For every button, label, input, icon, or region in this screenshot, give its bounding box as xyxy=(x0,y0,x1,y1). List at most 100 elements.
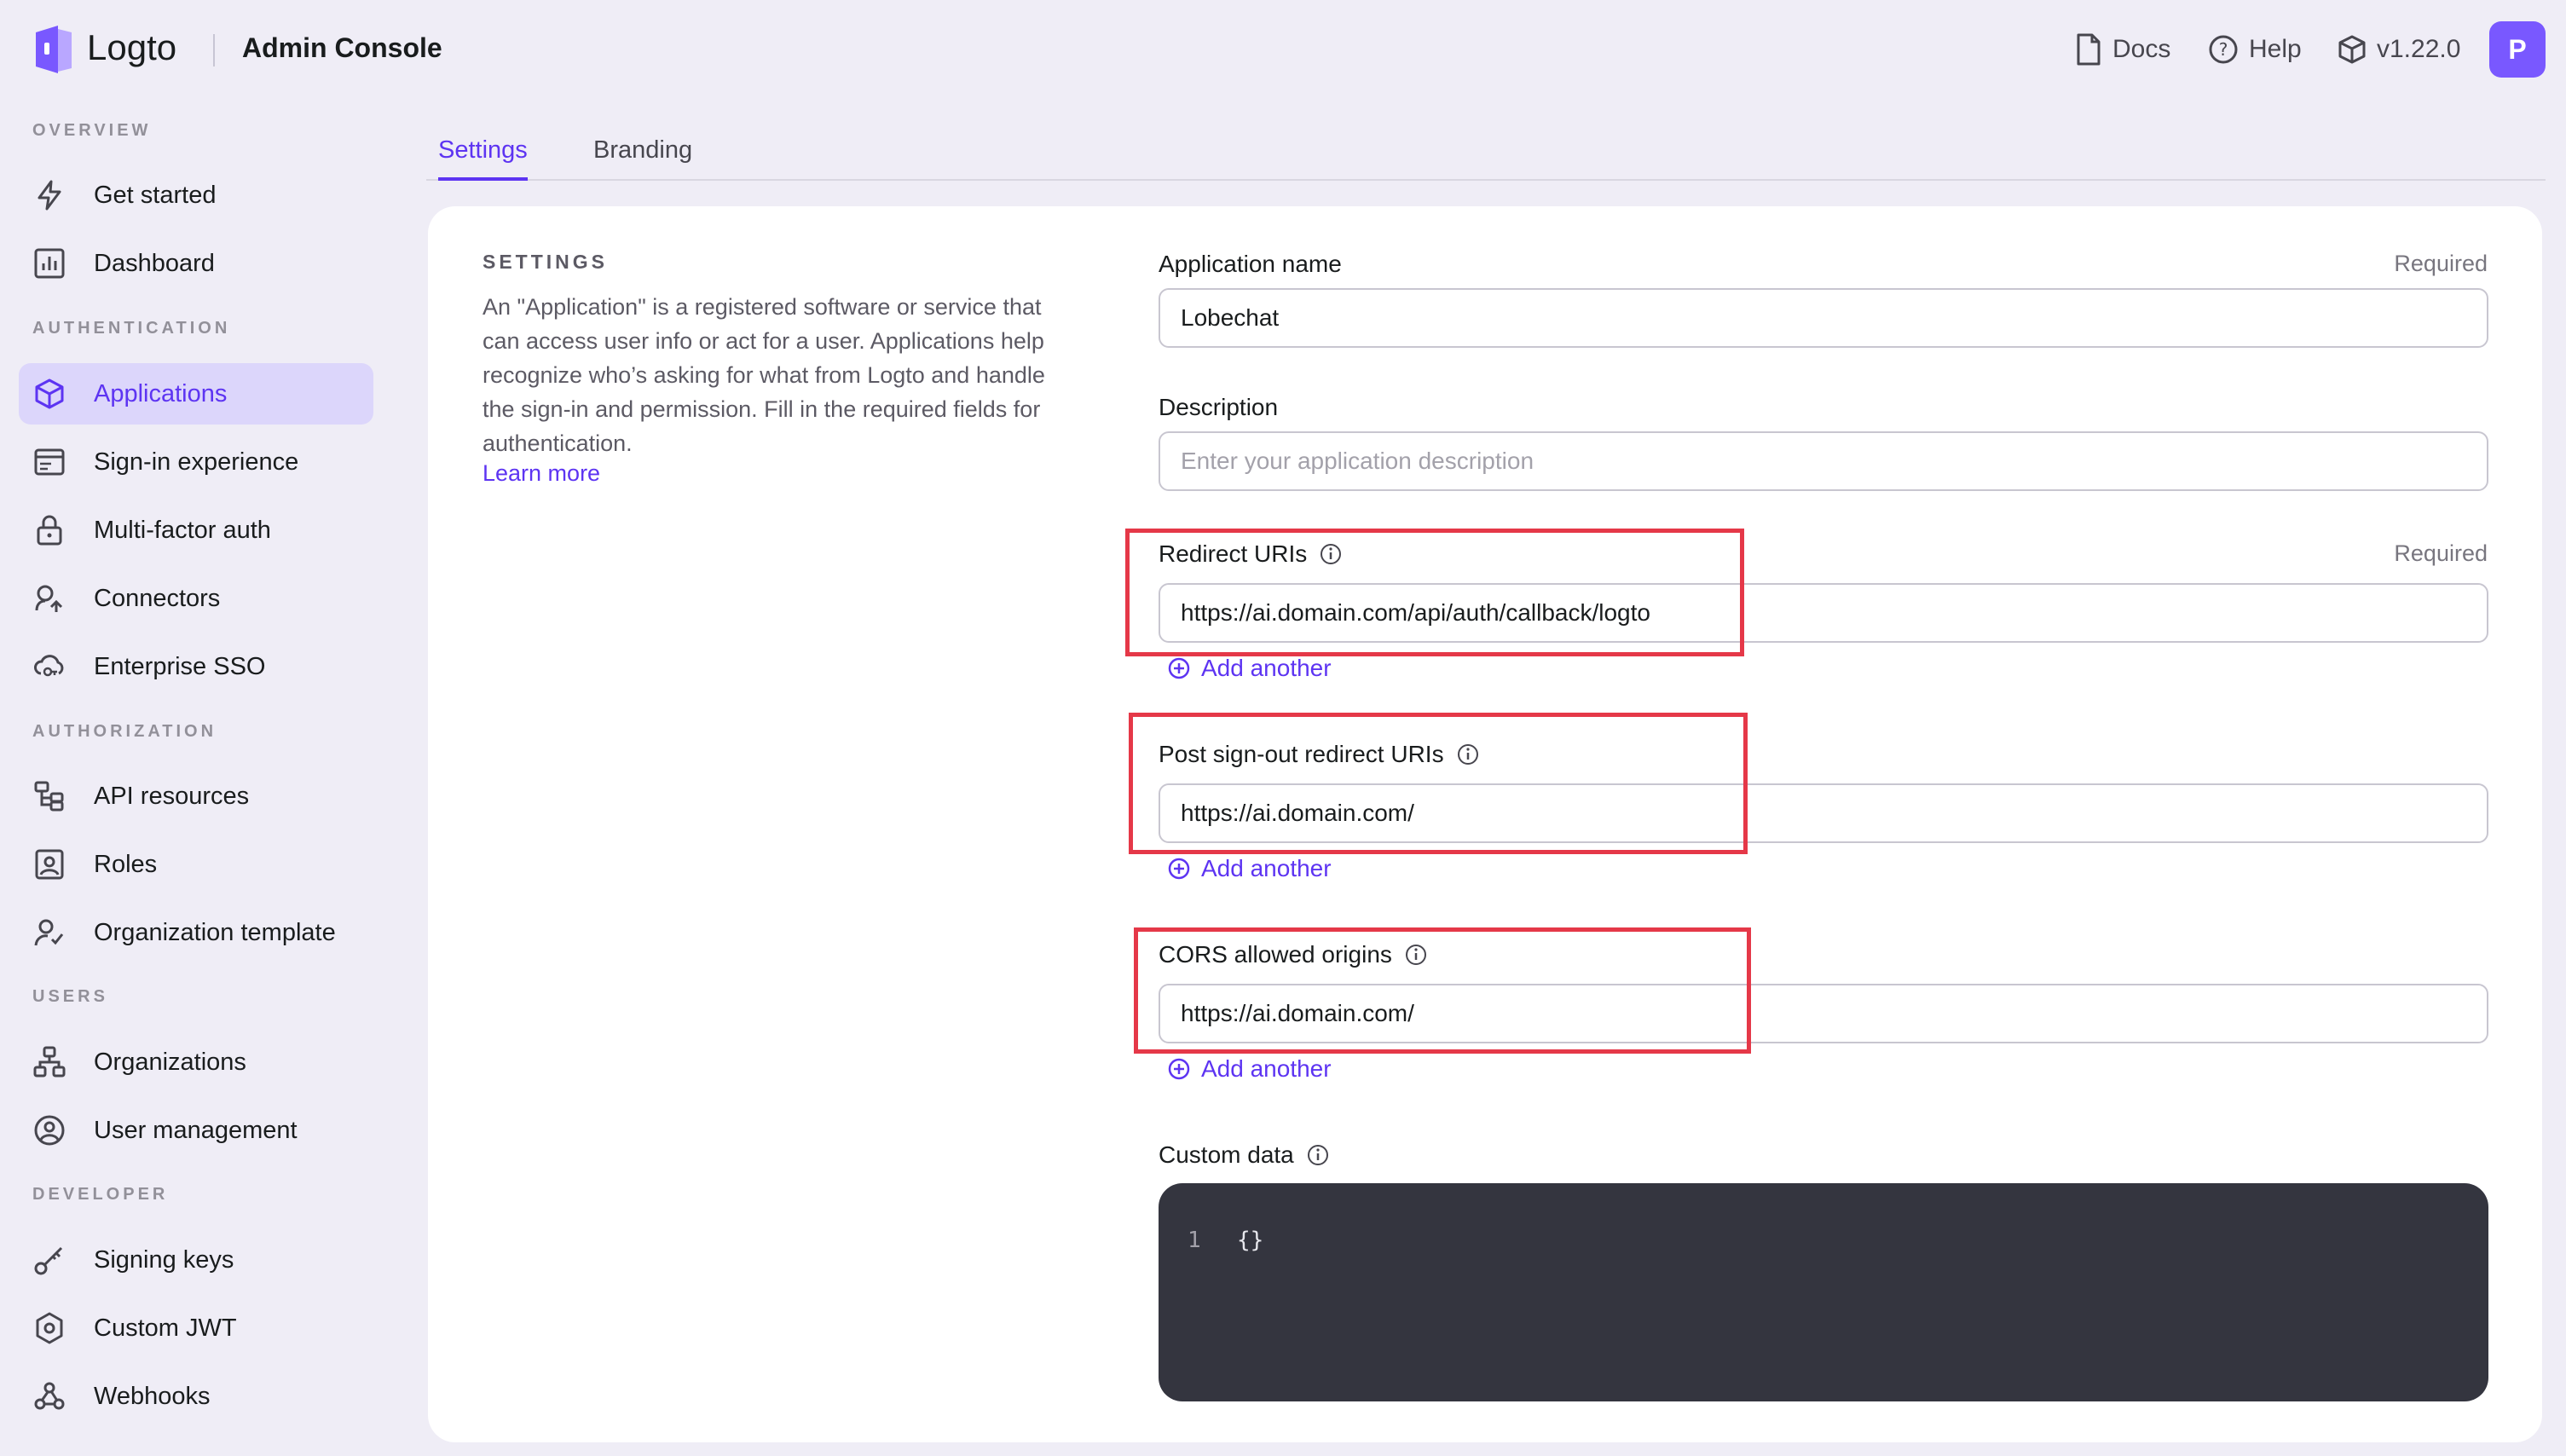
lightning-icon xyxy=(38,180,61,211)
section-overview: OVERVIEW xyxy=(32,121,152,140)
add-another-label: Add another xyxy=(1201,655,1332,681)
connectors-icon xyxy=(35,585,63,612)
add-another-label: Add another xyxy=(1201,1055,1332,1082)
sidebar-item-roles[interactable]: Roles xyxy=(19,834,373,895)
section-authentication: AUTHENTICATION xyxy=(32,319,231,338)
sidebar-item-dashboard[interactable]: Dashboard xyxy=(19,233,373,294)
plus-circle-icon xyxy=(1168,858,1190,880)
highlight-post-signout xyxy=(1129,713,1748,854)
logto-logo-icon[interactable] xyxy=(32,24,75,75)
help-link[interactable]: ? Help xyxy=(2208,32,2302,66)
docs-link[interactable]: Docs xyxy=(2075,32,2170,66)
cors-add-another[interactable]: Add another xyxy=(1167,1055,1332,1083)
document-icon xyxy=(2077,33,2101,66)
section-authorization: AUTHORIZATION xyxy=(32,722,217,741)
sidebar-item-label: Enterprise SSO xyxy=(94,652,266,680)
user-avatar[interactable]: P xyxy=(2489,21,2546,78)
redirect-uris-add-another[interactable]: Add another xyxy=(1167,655,1332,682)
description-input[interactable]: Enter your application description xyxy=(1159,431,2488,491)
console-title: Admin Console xyxy=(242,32,442,63)
organization-icon xyxy=(33,1046,66,1078)
sidebar-item-custom-jwt[interactable]: Custom JWT xyxy=(19,1297,373,1359)
version-label: v1.22.0 xyxy=(2377,35,2461,63)
app-name-required: Required xyxy=(2394,251,2488,276)
sidebar-item-label: Organization template xyxy=(94,918,336,946)
chart-icon xyxy=(34,248,65,279)
settings-description: An "Application" is a registered softwar… xyxy=(483,294,1045,456)
help-label: Help xyxy=(2249,35,2302,63)
code-content[interactable]: {} xyxy=(1237,1228,1263,1253)
app-name-label-text: Application name xyxy=(1159,251,1342,277)
logo-text: Logto xyxy=(87,27,177,67)
section-developer: DEVELOPER xyxy=(32,1185,169,1204)
cube-icon xyxy=(2338,35,2366,64)
sidebar-item-label: Signing keys xyxy=(94,1245,234,1274)
custom-data-editor[interactable]: 1 {} xyxy=(1159,1183,2488,1401)
lock-icon xyxy=(37,515,62,546)
user-badge-icon xyxy=(35,849,64,880)
tab-settings[interactable]: Settings xyxy=(438,136,528,181)
user-circle-icon xyxy=(34,1115,65,1146)
sidebar-item-api-resources[interactable]: API resources xyxy=(19,766,373,827)
top-bar: Logto Admin Console Docs ? Help v1.22.0 … xyxy=(0,0,2566,101)
app-name-input[interactable]: Lobechat xyxy=(1159,288,2488,348)
svg-text:?: ? xyxy=(2219,39,2228,60)
info-icon[interactable] xyxy=(1306,1143,1330,1167)
sidebar-item-applications[interactable]: Applications xyxy=(19,363,373,425)
help-icon: ? xyxy=(2209,35,2238,64)
settings-section-title: SETTINGS xyxy=(483,251,609,273)
description-label: Description xyxy=(1159,394,1278,421)
plus-circle-icon xyxy=(1168,1058,1190,1080)
sidebar-item-label: Webhooks xyxy=(94,1382,211,1410)
post-signout-add-another[interactable]: Add another xyxy=(1167,855,1332,882)
learn-more-link[interactable]: Learn more xyxy=(483,460,600,487)
highlight-redirect-uris xyxy=(1125,529,1744,656)
sidebar-item-label: User management xyxy=(94,1116,298,1144)
api-resources-icon xyxy=(34,781,64,812)
sidebar-item-label: Applications xyxy=(94,379,228,407)
redirect-uris-required: Required xyxy=(2394,540,2488,566)
sidebar-item-organization-template[interactable]: Organization template xyxy=(19,902,373,963)
sidebar-item-label: Connectors xyxy=(94,584,221,612)
section-users: USERS xyxy=(32,987,108,1006)
sidebar-item-label: Roles xyxy=(94,850,158,878)
browser-window-icon xyxy=(34,448,65,476)
top-divider xyxy=(213,34,215,66)
sidebar-item-multi-factor-auth[interactable]: Multi-factor auth xyxy=(19,500,373,561)
webhook-icon xyxy=(34,1382,65,1410)
sidebar-item-webhooks[interactable]: Webhooks xyxy=(19,1366,373,1427)
sidebar-item-enterprise-sso[interactable]: Enterprise SSO xyxy=(19,636,373,697)
tab-branding[interactable]: Branding xyxy=(593,136,692,181)
sidebar-item-label: Multi-factor auth xyxy=(94,516,271,544)
sidebar: OVERVIEW Get started Dashboard AUTHENTIC… xyxy=(0,101,392,1456)
sidebar-item-label: Organizations xyxy=(94,1048,246,1076)
cube-icon xyxy=(35,378,64,409)
sidebar-item-signing-keys[interactable]: Signing keys xyxy=(19,1229,373,1291)
sidebar-item-user-management[interactable]: User management xyxy=(19,1100,373,1161)
user-check-icon xyxy=(34,919,64,946)
sidebar-item-label: Custom JWT xyxy=(94,1314,237,1342)
tab-bar: Settings Branding xyxy=(426,128,2546,181)
sidebar-item-organizations[interactable]: Organizations xyxy=(19,1031,373,1093)
sidebar-item-sign-in-experience[interactable]: Sign-in experience xyxy=(19,431,373,493)
version-badge[interactable]: v1.22.0 xyxy=(2338,32,2460,66)
sidebar-item-label: Dashboard xyxy=(94,249,215,277)
settings-card: SETTINGS An "Application" is a registere… xyxy=(428,206,2542,1442)
add-another-label: Add another xyxy=(1201,855,1332,881)
plus-circle-icon xyxy=(1168,657,1190,679)
sidebar-item-get-started[interactable]: Get started xyxy=(19,165,373,226)
sidebar-item-label: API resources xyxy=(94,782,250,810)
custom-data-label: Custom data xyxy=(1159,1141,1330,1169)
app-name-label: Application name xyxy=(1159,251,1342,278)
cloud-key-icon xyxy=(34,655,64,677)
sidebar-item-connectors[interactable]: Connectors xyxy=(19,568,373,629)
sidebar-item-label: Get started xyxy=(94,181,217,209)
highlight-cors xyxy=(1134,927,1751,1054)
docs-label: Docs xyxy=(2112,35,2171,63)
code-line-number: 1 xyxy=(1188,1228,1201,1253)
key-icon xyxy=(34,1246,63,1275)
custom-data-label-text: Custom data xyxy=(1159,1141,1294,1168)
gear-icon xyxy=(36,1312,63,1344)
description-label-text: Description xyxy=(1159,394,1279,420)
sidebar-item-label: Sign-in experience xyxy=(94,448,299,476)
